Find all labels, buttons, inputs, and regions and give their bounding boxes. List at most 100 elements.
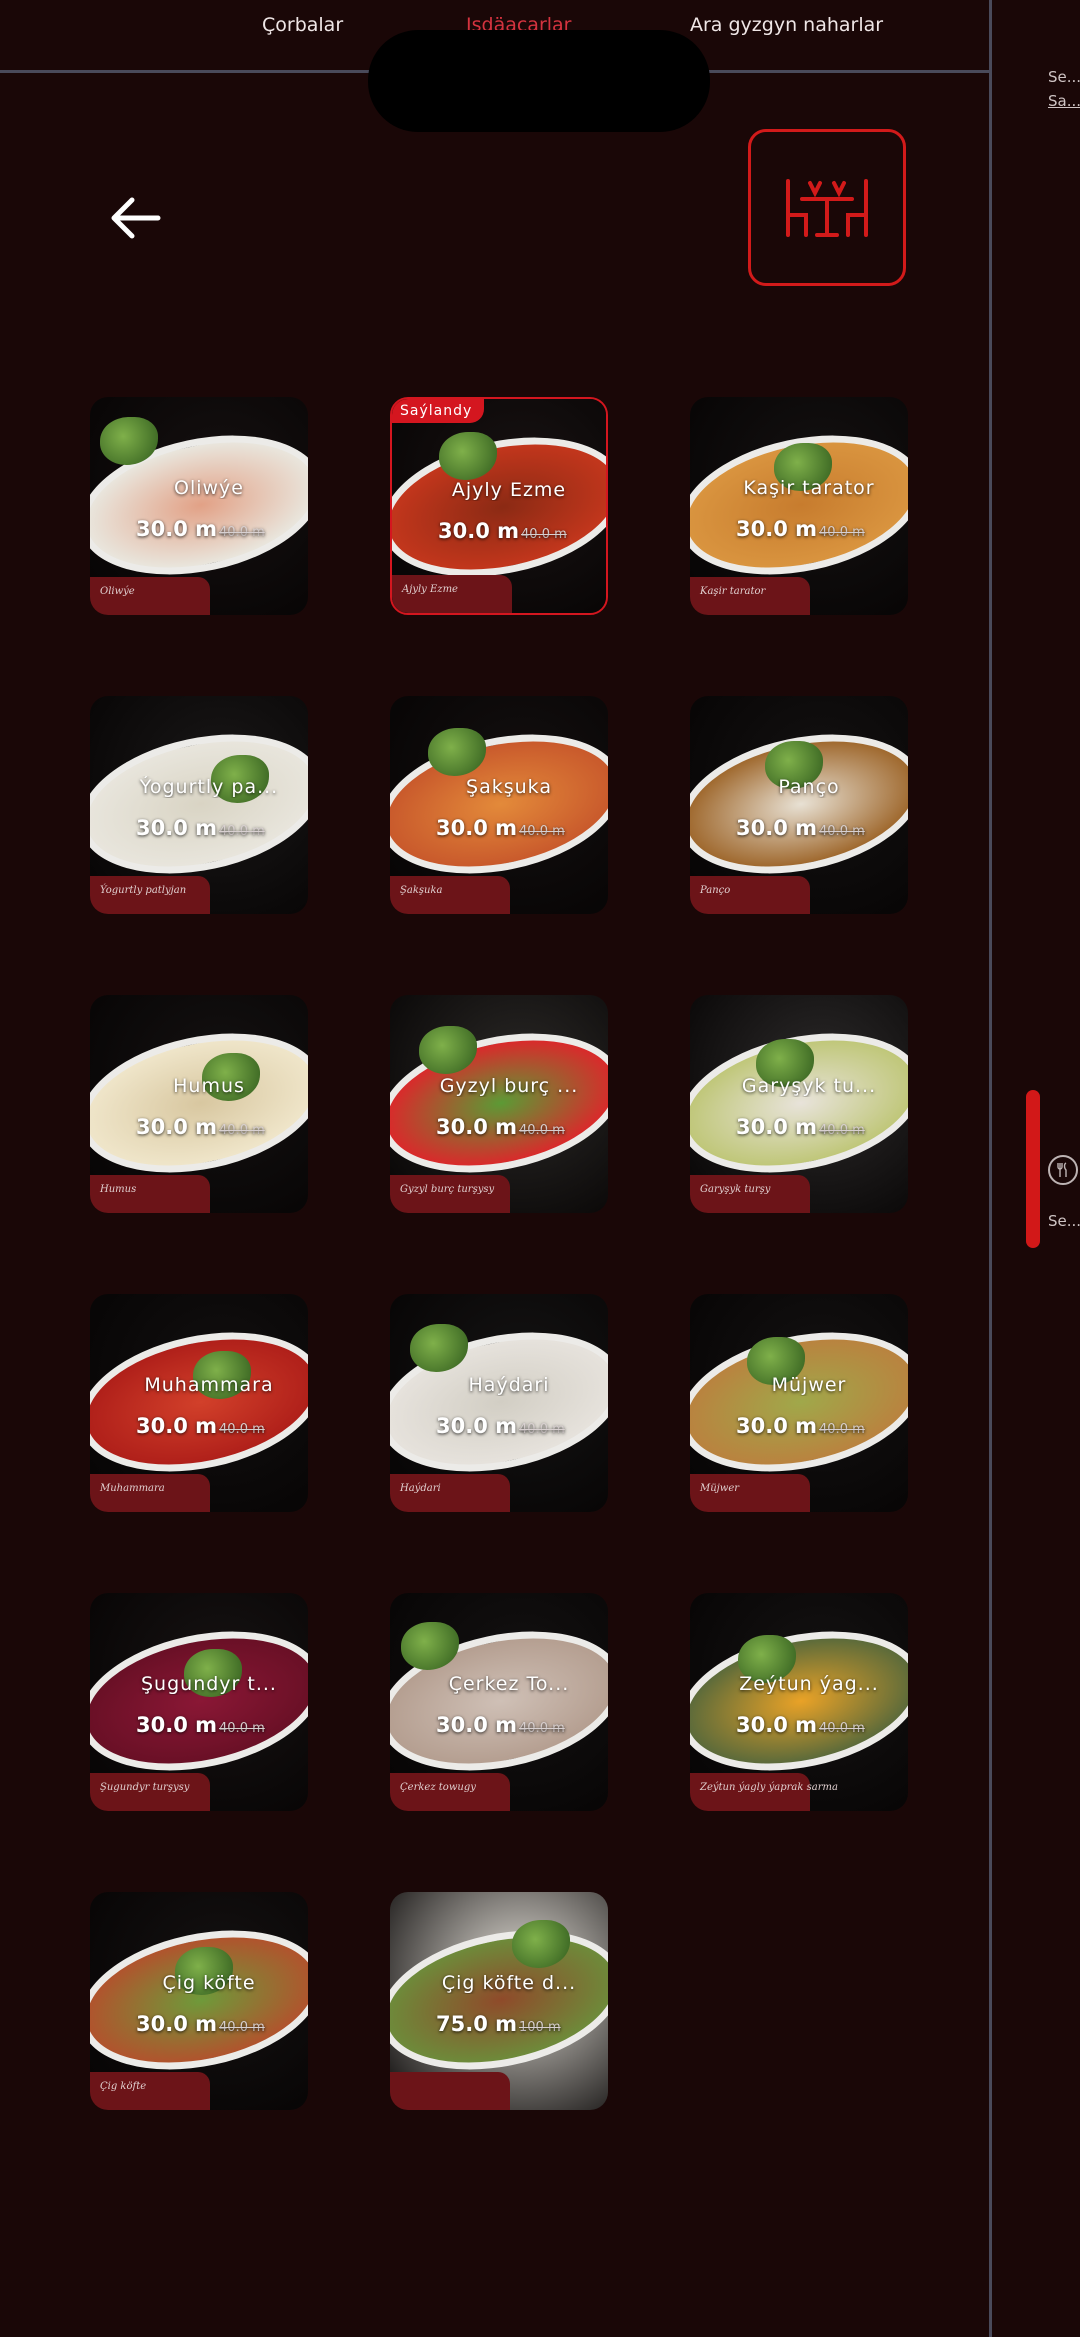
dish-name: Haýdari [468,1374,550,1396]
dish-old-price: 40.0 m [819,1721,865,1736]
menu-item-card[interactable]: Garyşyk turşy Garyşyk tu... 30.0 m 40.0 m [690,995,908,1213]
dish-old-price: 40.0 m [519,824,565,839]
right-panel-item-3[interactable]: Se... [1048,1212,1080,1230]
price-row: 75.0 m 100 m [436,2012,561,2036]
dish-caption: Çerkez towugy [400,1782,476,1793]
dish-name: Çig köfte [162,1972,256,1994]
dish-caption: Muhammara [100,1483,165,1494]
dish-old-price: 40.0 m [819,1123,865,1138]
price-row: 30.0 m 40.0 m [136,1713,265,1737]
dish-name: Zeýtun ýag... [739,1673,879,1695]
right-side-panel: Se... Sa... Se... [992,0,1080,2337]
price-row: 30.0 m 40.0 m [136,517,265,541]
dish-price: 30.0 m [136,1115,218,1139]
right-panel-scrollbar[interactable] [1026,1090,1040,1248]
price-row: 30.0 m 40.0 m [136,1414,265,1438]
dish-old-price: 40.0 m [519,1422,565,1437]
dish-old-price: 40.0 m [519,1123,565,1138]
arrow-left-icon [111,197,161,239]
dish-old-price: 40.0 m [521,527,567,542]
dish-name: Müjwer [771,1374,847,1396]
dish-price: 30.0 m [136,517,218,541]
dish-caption: Gyzyl burç turşysy [400,1184,495,1195]
right-panel-item-1[interactable]: Se... [1048,68,1080,86]
dish-old-price: 40.0 m [819,1422,865,1437]
dining-table-icon [786,178,868,237]
dish-name: Şugundyr t... [141,1673,277,1695]
dish-name: Ýogurtly pa... [139,776,279,798]
dish-caption: Şugundyr turşysy [100,1782,190,1793]
menu-item-card[interactable]: Zeýtun ýagly ýaprak sarma Zeýtun ýag... … [690,1593,908,1811]
dish-price: 30.0 m [438,519,520,543]
dish-label-strip [390,2072,510,2110]
menu-item-card[interactable]: Kaşir tarator Kaşir tarator 30.0 m 40.0 m [690,397,908,615]
menu-item-card[interactable]: Çerkez towugy Çerkez To... 30.0 m 40.0 m [390,1593,608,1811]
dish-price: 30.0 m [136,2012,218,2036]
price-row: 30.0 m 40.0 m [736,816,865,840]
menu-item-card[interactable]: Şakşuka Şakşuka 30.0 m 40.0 m [390,696,608,914]
dish-old-price: 40.0 m [819,824,865,839]
menu-item-card[interactable]: Çig köfte Çig köfte 30.0 m 40.0 m [90,1892,308,2110]
price-row: 30.0 m 40.0 m [136,816,265,840]
right-panel-item-2[interactable]: Sa... [1048,92,1080,110]
dish-old-price: 40.0 m [219,1721,265,1736]
dish-price: 30.0 m [736,1414,818,1438]
price-row: 30.0 m 40.0 m [736,517,865,541]
cutlery-icon[interactable] [1048,1155,1078,1185]
dish-price: 30.0 m [436,1713,518,1737]
menu-item-card[interactable]: Panço Panço 30.0 m 40.0 m [690,696,908,914]
menu-item-card[interactable]: Haýdari Haýdari 30.0 m 40.0 m [390,1294,608,1512]
menu-item-card[interactable]: Ýogurtly patlyjan Ýogurtly pa... 30.0 m4… [90,696,308,914]
menu-item-card[interactable]: Muhammara Muhammara 30.0 m 40.0 m [90,1294,308,1512]
dish-old-price: 40.0 m [219,2020,265,2035]
dish-caption: Oliwýe [100,586,135,597]
dish-price: 30.0 m [736,517,818,541]
dish-caption: Zeýtun ýagly ýaprak sarma [700,1782,838,1793]
dish-name: Çerkez To... [448,1673,570,1695]
dish-price: 30.0 m [136,1713,218,1737]
dish-price: 30.0 m [136,1414,218,1438]
back-button[interactable] [106,188,166,248]
menu-item-card[interactable]: Ajyly Ezme Ajyly Ezme 30.0 m 40.0 m Saýla… [390,397,608,615]
dish-name: Panço [778,776,840,798]
dish-old-price: 40.0 m [219,824,265,839]
menu-item-card[interactable]: Müjwer Müjwer 30.0 m 40.0 m [690,1294,908,1512]
price-row: 30.0 m 40.0 m [736,1414,865,1438]
menu-item-card[interactable]: Şugundyr turşysy Şugundyr t... 30.0 m 40.… [90,1593,308,1811]
menu-item-card[interactable]: Oliwýe Oliwýe 30.0 m 40.0 m [90,397,308,615]
dish-price: 30.0 m [736,816,818,840]
dish-caption: Ajyly Ezme [402,584,458,595]
selected-badge: Saýlandy [392,399,485,423]
price-row: 30.0 m 40.0 m [436,1713,565,1737]
dish-price: 30.0 m [436,1115,518,1139]
dish-caption: Müjwer [700,1483,740,1494]
dish-caption: Şakşuka [400,885,443,896]
menu-item-card[interactable]: Çig köfte d... 75.0 m 100 m [390,1892,608,2110]
dish-old-price: 40.0 m [219,525,265,540]
dish-caption: Ýogurtly patlyjan [100,885,187,896]
table-select-button[interactable] [748,129,906,286]
dish-price: 30.0 m [736,1115,818,1139]
dish-price: 30.0 m [136,816,218,840]
dish-name: Humus [173,1075,245,1097]
dish-price: 30.0 m [736,1713,818,1737]
menu-item-card[interactable]: Humus Humus 30.0 m 40.0 m [90,995,308,1213]
dish-price: 75.0 m [436,2012,518,2036]
tab-ara-gyzgyn-naharlar[interactable]: Ara gyzgyn naharlar [690,14,883,36]
dish-caption: Haýdari [400,1483,441,1494]
dish-name: Kaşir tarator [743,477,875,499]
dish-caption: Panço [700,885,731,896]
dish-old-price: 100 m [519,2020,561,2035]
menu-item-card[interactable]: Gyzyl burç turşysy Gyzyl burç ... 30.0 m… [390,995,608,1213]
price-row: 30.0 m 40.0 m [736,1115,865,1139]
dish-price: 30.0 m [436,1414,518,1438]
price-row: 30.0 m 40.0 m [136,2012,265,2036]
price-row: 30.0 m 40.0 m [436,1115,565,1139]
dish-caption: Çig köfte [100,2081,147,2092]
dish-old-price: 40.0 m [819,525,865,540]
price-row: 30.0 m 40.0 m [136,1115,265,1139]
dish-name: Ajyly Ezme [451,479,567,501]
dish-caption: Garyşyk turşy [700,1184,771,1195]
tab-corbalar[interactable]: Çorbalar [262,14,343,36]
dish-name: Garyşyk tu... [741,1075,877,1097]
